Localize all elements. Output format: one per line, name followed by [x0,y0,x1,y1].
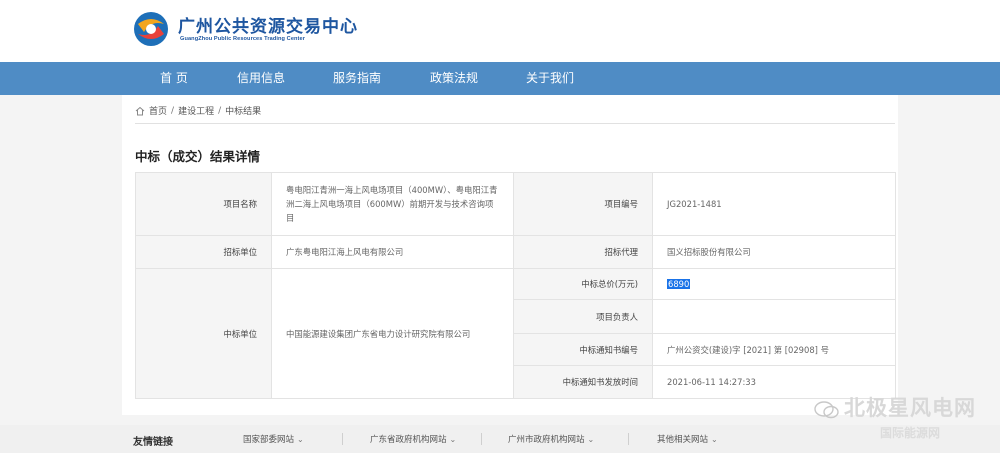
footer-link-label: 国家部委网站 [243,435,295,445]
footer-divider [628,433,629,445]
project-name-label: 项目名称 [135,172,272,236]
site-title: 广州公共资源交易中心 [178,17,358,37]
footer-link-label: 其他相关网站 [657,435,709,445]
agent-value: 国义招标股份有限公司 [652,235,896,269]
site-header: 广州公共资源交易中心 GuangZhou Public Resources Tr… [0,0,1000,62]
notice-no-value: 广州公资交(建设)字 [2021] 第 [02908] 号 [652,333,896,366]
price-cell: 6890 [652,268,896,300]
nav-item-policy[interactable]: 政策法规 [430,62,478,95]
watermark-subtext: 国际能源网 [880,426,941,440]
main-nav: 首 页 信用信息 服务指南 政策法规 关于我们 [0,62,1000,95]
breadcrumb-current: 中标结果 [225,107,262,117]
breadcrumb-separator: / [171,105,175,116]
nav-item-about[interactable]: 关于我们 [526,62,574,95]
chevron-down-icon: ⌄ [587,435,595,444]
project-no-value: JG2021-1481 [652,172,896,236]
winner-value: 中国能源建设集团广东省电力设计研究院有限公司 [271,268,514,399]
winner-label: 中标单位 [135,268,272,399]
result-details-table: 项目名称 粤电阳江青洲一海上风电场项目（400MW）、粤电阳江青洲二海上风电场项… [135,172,896,399]
footer-divider [481,433,482,445]
site-subtitle: GuangZhou Public Resources Trading Cente… [180,36,306,42]
watermark-text: 北极星风电网 [844,396,976,420]
footer-link-ministries[interactable]: 国家部委网站 ⌄ [243,433,304,445]
nav-item-service-guide[interactable]: 服务指南 [333,62,381,95]
table-row: 项目名称 粤电阳江青洲一海上风电场项目（400MW）、粤电阳江青洲二海上风电场项… [135,172,896,236]
page-title: 中标（成交）结果详情 [135,149,261,164]
tenderer-value: 广东粤电阳江海上风电有限公司 [271,235,514,269]
friendly-links-title: 友情链接 [133,437,173,448]
footer-divider [342,433,343,445]
footer-link-province[interactable]: 广东省政府机构网站 ⌄ [370,433,456,445]
home-icon [135,106,145,115]
table-row: 招标单位 广东粤电阳江海上风电有限公司 招标代理 国义招标股份有限公司 [135,235,896,269]
wechat-icon [814,401,839,419]
project-no-label: 项目编号 [513,172,653,236]
chevron-down-icon: ⌄ [449,435,457,444]
breadcrumb-separator: / [218,105,222,116]
footer-link-label: 广东省政府机构网站 [370,435,447,445]
chevron-down-icon: ⌄ [297,435,304,444]
chevron-down-icon: ⌄ [711,435,718,444]
tenderer-label: 招标单位 [135,235,272,269]
footer-link-city[interactable]: 广州市政府机构网站 ⌄ [508,433,594,445]
table-row: 中标单位 中国能源建设集团广东省电力设计研究院有限公司 中标总价(万元) 689… [135,268,896,399]
manager-label: 项目负责人 [513,299,653,334]
nav-item-home[interactable]: 首 页 [160,62,188,95]
project-name-value: 粤电阳江青洲一海上风电场项目（400MW）、粤电阳江青洲二海上风电场项目（600… [271,172,514,236]
notice-no-label: 中标通知书编号 [513,333,653,366]
manager-value [652,299,896,334]
price-value[interactable]: 6890 [667,279,691,289]
logo-icon[interactable] [132,10,170,48]
nav-item-credit[interactable]: 信用信息 [237,62,285,95]
breadcrumb-construction[interactable]: 建设工程 [178,104,214,117]
footer-link-label: 广州市政府机构网站 [508,435,585,445]
breadcrumb-home[interactable]: 首页 [149,104,167,117]
notice-time-label: 中标通知书发放时间 [513,365,653,399]
price-label: 中标总价(万元) [513,268,653,300]
agent-label: 招标代理 [513,235,653,269]
breadcrumb-divider [135,123,895,124]
breadcrumb: 首页 / 建设工程 / 中标结果 [135,104,261,117]
watermark: 北极星风电网 国际能源网 [804,392,994,450]
footer-link-other[interactable]: 其他相关网站 ⌄ [657,433,718,445]
